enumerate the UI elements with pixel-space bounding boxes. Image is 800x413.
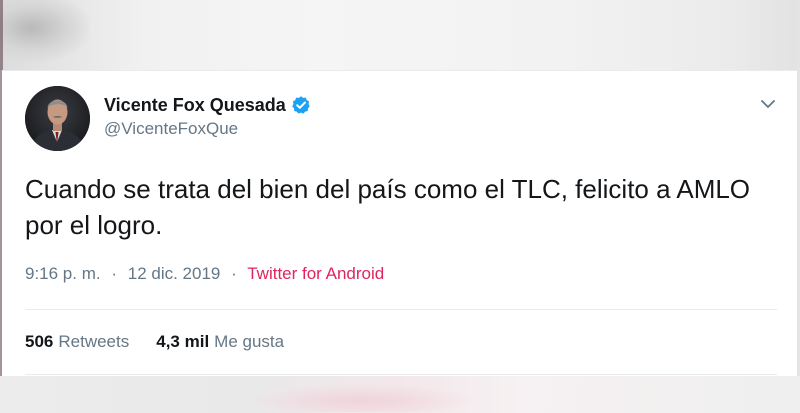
background-blur-shape-right — [740, 0, 800, 70]
tweet-time[interactable]: 9:16 p. m. — [25, 264, 101, 283]
tweet-meta: 9:16 p. m. · 12 dic. 2019 · Twitter for … — [25, 264, 384, 284]
likes-stat[interactable]: 4,3 mil Me gusta — [156, 332, 284, 352]
tweet-stats: 506 Retweets 4,3 mil Me gusta — [25, 332, 284, 352]
divider — [25, 309, 777, 310]
chevron-down-icon[interactable] — [759, 95, 777, 113]
display-name[interactable]: Vicente Fox Quesada — [104, 95, 286, 116]
tweet-text: Cuando se trata del bien del país como e… — [25, 174, 751, 240]
retweets-count: 506 — [25, 332, 54, 351]
background-blur-shape — [0, 0, 90, 62]
author-name-row[interactable]: Vicente Fox Quesada — [104, 93, 311, 117]
likes-count: 4,3 mil — [156, 332, 210, 351]
author-handle[interactable]: @VicenteFoxQue — [104, 119, 238, 139]
tweet-source-link[interactable]: Twitter for Android — [247, 264, 384, 283]
verified-badge-icon — [291, 95, 311, 115]
avatar[interactable] — [25, 86, 90, 151]
background-blur-bottom — [0, 376, 800, 413]
tweet-date[interactable]: 12 dic. 2019 — [128, 264, 221, 283]
background-blur-shape — [245, 384, 475, 412]
background-blur-top — [0, 0, 800, 70]
avatar-portrait — [25, 86, 90, 151]
retweets-stat[interactable]: 506 Retweets — [25, 332, 129, 352]
retweets-label: Retweets — [58, 332, 130, 351]
likes-label: Me gusta — [214, 332, 285, 351]
meta-separator: · — [231, 264, 237, 283]
meta-separator: · — [111, 264, 118, 283]
divider — [25, 374, 777, 375]
tweet-card: Vicente Fox Quesada @VicenteFoxQue Cuand… — [2, 70, 797, 376]
